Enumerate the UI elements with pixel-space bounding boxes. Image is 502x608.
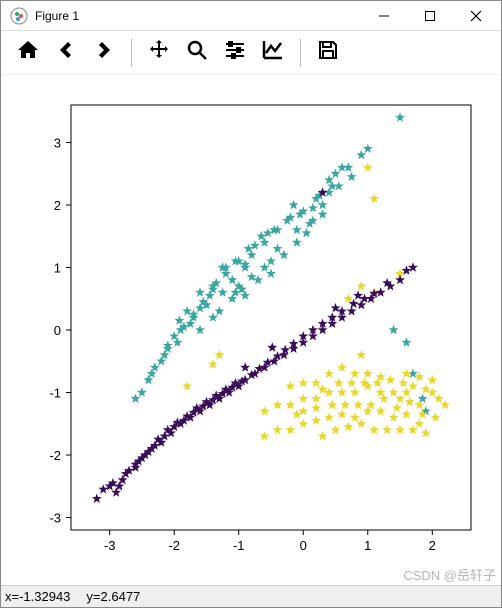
svg-text:2: 2 <box>54 198 61 213</box>
svg-text:3: 3 <box>54 136 61 151</box>
edit-axis-button[interactable] <box>254 34 292 72</box>
svg-text:0: 0 <box>300 538 307 553</box>
svg-text:2: 2 <box>429 538 436 553</box>
back-button[interactable] <box>47 34 85 72</box>
cursor-y-readout: y=2.6477 <box>86 589 140 604</box>
arrow-left-icon <box>54 38 78 67</box>
arrow-right-icon <box>92 38 116 67</box>
svg-text:-2: -2 <box>168 538 180 553</box>
svg-text:-1: -1 <box>233 538 245 553</box>
app-icon <box>9 6 29 26</box>
figure-window: Figure 1 -3 -2 -1 0 <box>0 0 502 608</box>
chart-line-icon <box>261 38 285 67</box>
svg-text:1: 1 <box>54 261 61 276</box>
toolbar-separator <box>300 39 301 67</box>
home-icon <box>16 38 40 67</box>
save-icon <box>316 38 340 67</box>
sliders-icon <box>223 38 247 67</box>
subplots-button[interactable] <box>216 34 254 72</box>
window-title: Figure 1 <box>35 9 79 23</box>
pan-button[interactable] <box>140 34 178 72</box>
close-button[interactable] <box>453 1 499 31</box>
maximize-button[interactable] <box>407 1 453 31</box>
save-button[interactable] <box>309 34 347 72</box>
svg-text:0: 0 <box>54 323 61 338</box>
svg-text:-3: -3 <box>104 538 116 553</box>
plot-canvas[interactable]: -3 -2 -1 0 1 2 -3 -2 -1 0 1 2 3 <box>1 75 501 585</box>
home-button[interactable] <box>9 34 47 72</box>
minimize-button[interactable] <box>361 1 407 31</box>
toolbar-separator <box>131 39 132 67</box>
svg-text:1: 1 <box>364 538 371 553</box>
scatter-plot: -3 -2 -1 0 1 2 -3 -2 -1 0 1 2 3 <box>1 75 501 585</box>
cursor-x-readout: x=-1.32943 <box>5 589 70 604</box>
svg-text:-2: -2 <box>49 448 61 463</box>
svg-text:-1: -1 <box>49 386 61 401</box>
statusbar: x=-1.32943 y=2.6477 <box>1 585 501 607</box>
svg-text:-3: -3 <box>49 511 61 526</box>
zoom-button[interactable] <box>178 34 216 72</box>
toolbar <box>1 31 501 75</box>
move-icon <box>147 38 171 67</box>
forward-button[interactable] <box>85 34 123 72</box>
zoom-icon <box>185 38 209 67</box>
titlebar: Figure 1 <box>1 1 501 31</box>
